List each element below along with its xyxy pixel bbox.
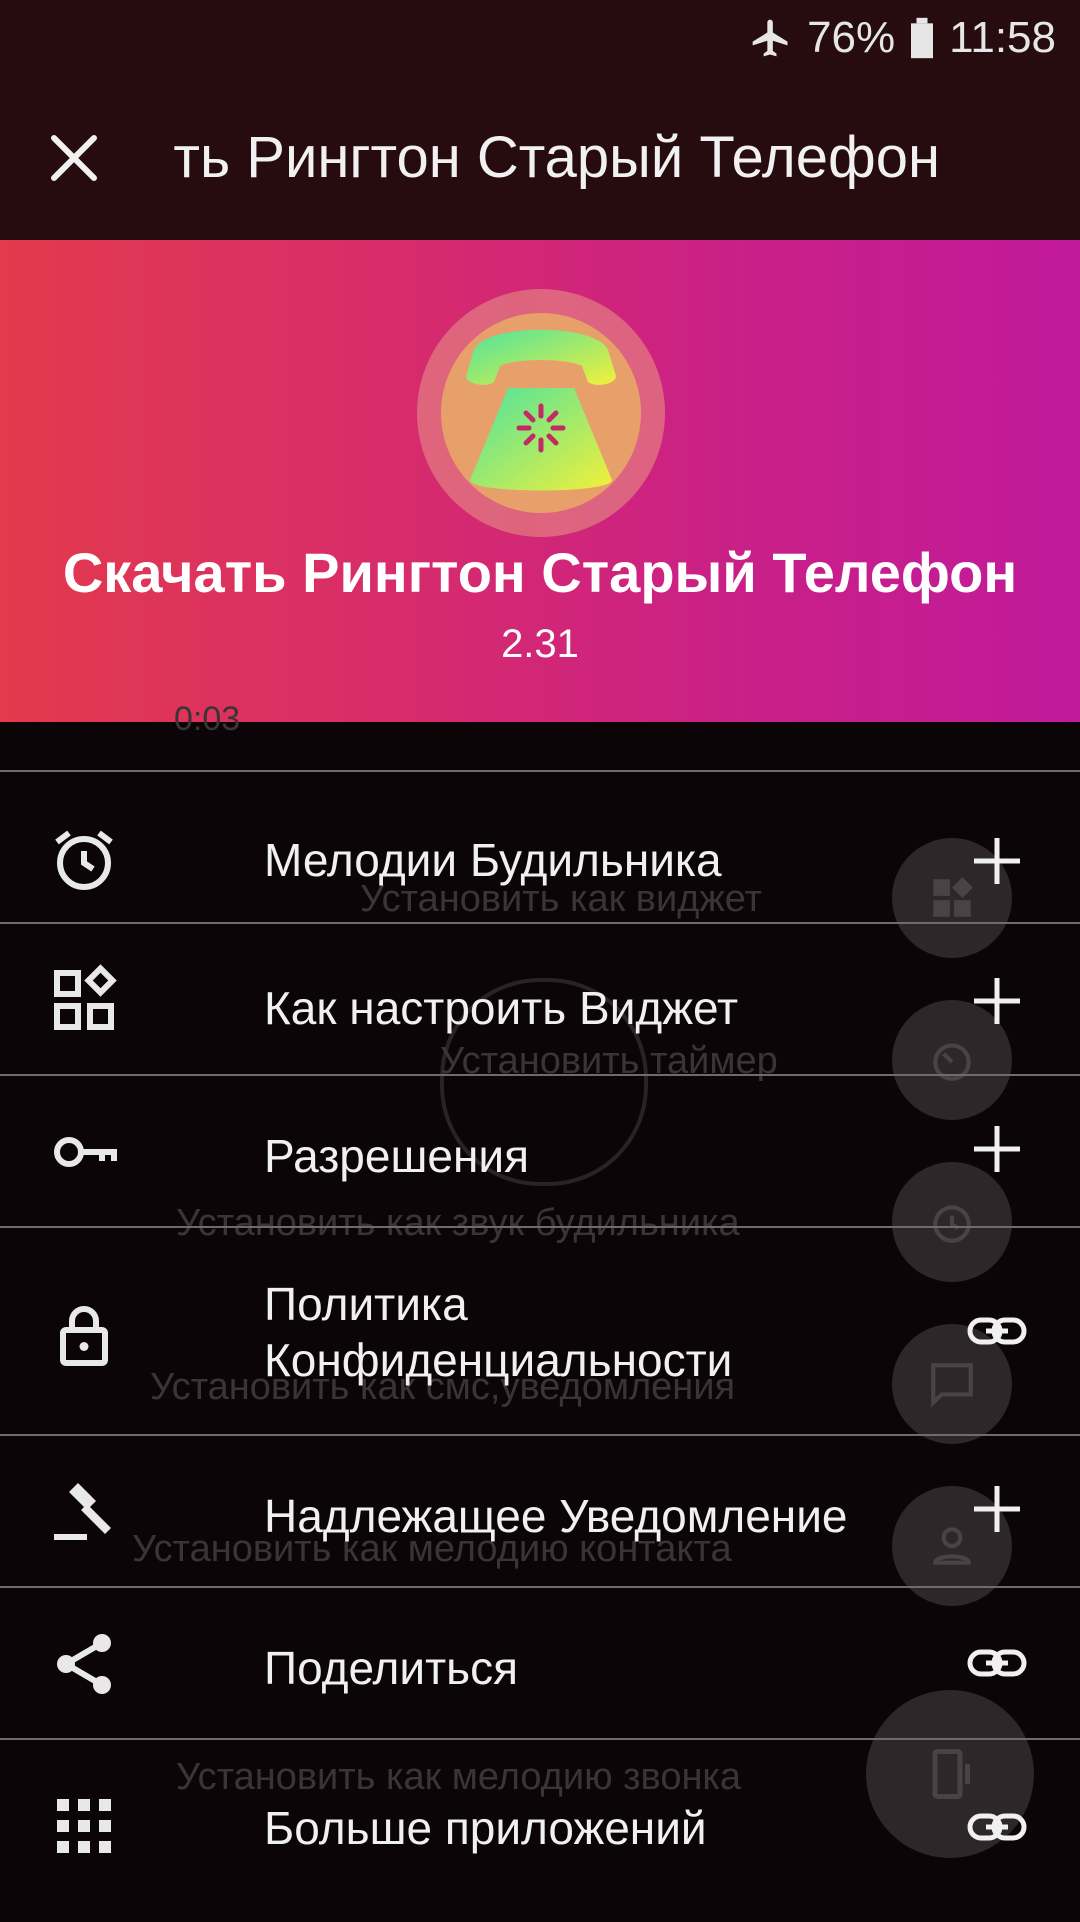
menu-item-widget-setup[interactable]: Как настроить Виджет [0, 922, 1080, 1076]
background-time: 0:03 [174, 700, 241, 738]
link-icon[interactable] [964, 1298, 1030, 1364]
menu-item-privacy-policy[interactable]: Политика Конфиденциальности [0, 1226, 1080, 1436]
airplane-mode-icon [749, 16, 793, 60]
menu-item-proper-notice[interactable]: Надлежащее Уведомление [0, 1434, 1080, 1588]
menu-item-permissions[interactable]: Разрешения [0, 1074, 1080, 1228]
menu-item-label: Поделиться [264, 1642, 519, 1694]
menu-item-label: Разрешения [264, 1130, 529, 1182]
plus-icon[interactable] [964, 968, 1030, 1034]
battery-percent: 76% [807, 13, 896, 62]
gavel-icon [48, 1474, 120, 1546]
app-name: Скачать Рингтон Старый Телефон [62, 541, 1018, 604]
lock-icon [48, 1300, 120, 1372]
plus-icon[interactable] [964, 1116, 1030, 1182]
menu-item-label: Как настроить Виджет [264, 982, 739, 1034]
battery-icon [909, 16, 935, 60]
plus-icon[interactable] [964, 828, 1030, 894]
apps-grid-icon [48, 1790, 120, 1862]
menu-item-label: Надлежащее Уведомление [264, 1490, 848, 1542]
app-version: 2.31 [501, 622, 579, 666]
plus-icon[interactable] [964, 1476, 1030, 1542]
menu-item-more-apps[interactable]: Больше приложений [0, 1738, 1080, 1922]
widgets-icon [48, 964, 120, 1036]
menu-item-alarm-ringtones[interactable]: Мелодии Будильника [0, 770, 1080, 924]
app-logo-phone-icon [416, 288, 666, 538]
key-icon [48, 1116, 120, 1188]
share-icon [48, 1628, 120, 1700]
link-icon[interactable] [964, 1630, 1030, 1696]
link-icon[interactable] [964, 1794, 1030, 1860]
drawer-header: Скачать Рингтон Старый Телефон 2.31 [0, 240, 1080, 722]
app-bar-title: ть Рингтон Старый Телефон [173, 125, 940, 190]
menu-item-label: Больше приложений [264, 1802, 707, 1854]
alarm-clock-icon [48, 824, 120, 896]
close-icon[interactable] [44, 128, 104, 188]
menu-item-label: Политика Конфиденциальности [264, 1278, 733, 1386]
menu-item-label: Мелодии Будильника [264, 834, 722, 886]
status-bar: 76% 11:58 [0, 0, 1080, 76]
menu-item-share[interactable]: Поделиться [0, 1586, 1080, 1740]
clock: 11:58 [949, 13, 1056, 62]
app-bar: ть Рингтон Старый Телефон [0, 76, 1080, 240]
